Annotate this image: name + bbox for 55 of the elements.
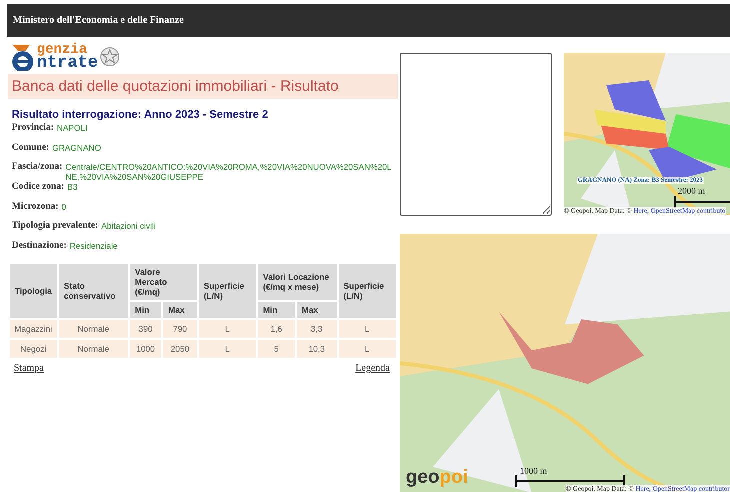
field-label: Microzona:	[12, 202, 59, 212]
column-header: Max	[297, 302, 337, 318]
text-area[interactable]	[400, 53, 552, 216]
field-value: B3	[68, 182, 78, 192]
field-label: Comune:	[12, 142, 50, 152]
column-header: Min	[258, 302, 296, 318]
table-cell: 2050	[163, 340, 197, 358]
logo-text: ntrate	[37, 57, 98, 70]
link[interactable]: Legenda	[356, 363, 390, 374]
emblem-icon	[99, 46, 122, 68]
field-label: Tipologia prevalente:	[12, 221, 98, 231]
field-value: 0	[62, 202, 66, 212]
field-label: Provincia:	[12, 123, 54, 133]
column-header: Max	[163, 302, 197, 318]
page-title: Banca dati delle quotazioni immobiliari - Risultato	[8, 74, 398, 99]
table-cell: 1,6	[258, 320, 296, 338]
table-cell: L	[338, 320, 396, 338]
table-cell: Magazzini	[10, 320, 58, 338]
field-value: Residenziale	[70, 240, 118, 250]
table-cell: 10,3	[297, 340, 337, 358]
column-header: Valore Mercato (€/mq)	[130, 264, 197, 300]
field-value: Abitazioni civili	[101, 221, 156, 231]
geopoi-logo: geopoi	[406, 467, 468, 489]
table-cell: 3,3	[297, 320, 337, 338]
column-header: Superficie (L/N)	[198, 264, 256, 318]
field-value: NAPOLI	[57, 123, 88, 133]
field-label: Fascia/zona:	[12, 162, 63, 172]
table-cell: 1000	[130, 340, 162, 358]
table-cell: 790	[163, 320, 197, 338]
scale-label: 1000 m	[520, 466, 548, 476]
field-label: Destinazione:	[12, 240, 67, 250]
field-label: Codice zona:	[12, 182, 65, 192]
column-header: Valori Locazione (€/mq x mese)	[258, 264, 337, 300]
field-value: Centrale/CENTRO%20ANTICO:%20VIA%20ROMA,%20VIA%20NUOVA%20SAN%20L	[66, 162, 392, 172]
link[interactable]: Stampa	[14, 363, 44, 374]
column-header: Stato conservativo	[59, 264, 128, 318]
table-cell: L	[198, 340, 256, 358]
table-cell: 5	[258, 340, 296, 358]
field-value: GRAGNANO	[52, 142, 102, 152]
column-header: Superficie (L/N)	[338, 264, 396, 318]
agency-logo-icon	[10, 43, 36, 71]
column-header: Tipologia	[10, 264, 58, 318]
table-cell: Normale	[59, 340, 128, 358]
table-cell: L	[338, 340, 396, 358]
header-title: Ministero dell'Economia e delle Finanze	[13, 15, 184, 26]
logo-text: genzia	[37, 44, 88, 57]
table-cell: Negozi	[10, 340, 58, 358]
field-value: NE,%20VIA%20SAN%20GIUSEPPE	[66, 172, 204, 182]
scale-bar	[674, 196, 730, 208]
result-heading: Risultato interrogazione: Anno 2023 - Semestre 2	[12, 109, 270, 121]
table-cell: 390	[130, 320, 162, 338]
column-header: Min	[130, 302, 162, 318]
table-cell: Normale	[59, 320, 128, 338]
table-cell: L	[198, 320, 256, 338]
scale-label: 2000 m	[678, 186, 706, 196]
